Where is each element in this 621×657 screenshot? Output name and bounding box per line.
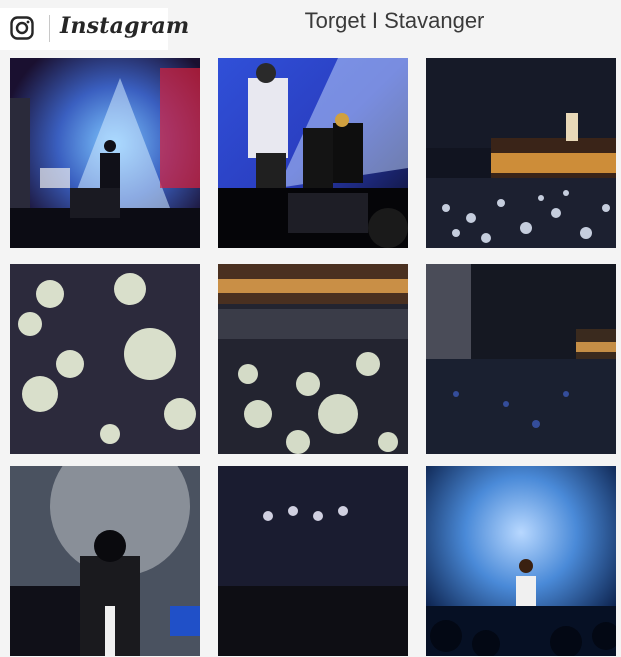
- location-title: Torget I Stavanger: [304, 8, 485, 33]
- confetti-crowd-concert-photo[interactable]: [218, 466, 408, 656]
- photo-grid: [0, 50, 621, 657]
- guitarist-blue-stage-photo[interactable]: [426, 466, 616, 656]
- rapper-on-stage-photo[interactable]: [218, 58, 408, 248]
- harbor-night-view-photo[interactable]: [426, 264, 616, 454]
- singer-with-microphone-photo[interactable]: [10, 466, 200, 656]
- logo-divider: [49, 15, 50, 42]
- stairs-snowflake-lights-photo[interactable]: [218, 264, 408, 454]
- night-square-snowflake-lights-photo[interactable]: [426, 58, 616, 248]
- instagram-logo[interactable]: Instagram: [0, 8, 189, 50]
- header: Instagram Torget I Stavanger: [0, 0, 621, 50]
- instagram-icon: [10, 16, 34, 40]
- snowflake-projection-closeup-photo[interactable]: [10, 264, 200, 454]
- concert-stage-spotlight-photo[interactable]: [10, 58, 200, 248]
